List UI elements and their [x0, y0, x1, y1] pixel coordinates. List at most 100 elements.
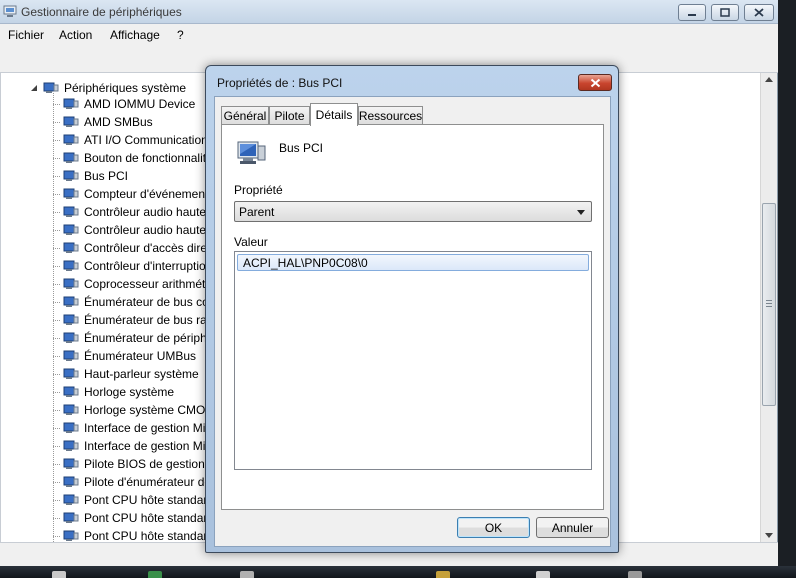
close-icon: [754, 8, 764, 17]
tree-item[interactable]: Énumérateur de périphe: [53, 329, 213, 347]
vertical-scrollbar[interactable]: [760, 73, 777, 542]
scroll-up-icon[interactable]: [765, 77, 773, 82]
maximize-button[interactable]: [711, 4, 739, 21]
tree-item[interactable]: Contrôleur audio haute: [53, 203, 206, 221]
tree-item-label: Énumérateur de bus rac: [84, 313, 213, 327]
device-icon: [63, 188, 79, 199]
device-icon: [63, 152, 79, 163]
value-label: Valeur: [234, 235, 268, 249]
tree-item-label: Pont CPU hôte standard: [84, 511, 215, 525]
device-icon: [63, 296, 79, 307]
scroll-thumb[interactable]: [762, 203, 776, 406]
tree-item[interactable]: AMD SMBus: [53, 113, 153, 131]
tree-item-label: Pilote BIOS de gestion d: [84, 457, 215, 471]
menu-action[interactable]: Action: [59, 28, 92, 42]
taskbar-item[interactable]: [536, 571, 550, 578]
taskbar-item[interactable]: [52, 571, 66, 578]
device-icon: [63, 332, 79, 343]
tree-item[interactable]: Interface de gestion Mic: [53, 437, 211, 455]
menu-bar: Fichier Action Affichage ?: [0, 24, 778, 46]
device-icon: [63, 314, 79, 325]
tree-item[interactable]: Bus PCI: [53, 167, 128, 185]
tree-item-label: Compteur d'événement: [84, 187, 209, 201]
device-icon: [63, 422, 79, 433]
menu-affichage[interactable]: Affichage: [110, 28, 160, 42]
tree-item[interactable]: Pont CPU hôte standard: [53, 509, 214, 527]
tree-branch-line: [53, 337, 61, 339]
device-name: Bus PCI: [279, 141, 324, 155]
value-list[interactable]: ACPI_HAL\PNP0C08\0: [234, 251, 592, 470]
value-text: ACPI_HAL\PNP0C08\0: [243, 256, 368, 270]
tree-item-label: Interface de gestion Mic: [84, 439, 212, 453]
tree-item[interactable]: Énumérateur UMBus: [53, 347, 196, 365]
tree-item[interactable]: Interface de gestion Mic: [53, 419, 211, 437]
tree-item-label: Coprocesseur arithméti: [84, 277, 209, 291]
tree-branch-line: [53, 283, 61, 285]
tree-branch-line: [53, 139, 61, 141]
tree-item-label: Contrôleur audio haute: [84, 205, 207, 219]
tree-item[interactable]: Contrôleur d'accès dire: [53, 239, 207, 257]
tree-item-label: Énumérateur UMBus: [84, 349, 197, 363]
tree-branch-line: [53, 211, 61, 213]
close-window-button[interactable]: [744, 4, 774, 21]
tree-branch-line: [53, 229, 61, 231]
tree-item-label: Bouton de fonctionnalit: [84, 151, 207, 165]
device-icon: [63, 494, 79, 505]
tree-item[interactable]: Contrôleur audio haute: [53, 221, 206, 239]
tree-branch-line: [53, 373, 61, 375]
device-icon: [63, 404, 79, 415]
tab-general[interactable]: Général: [221, 106, 269, 125]
ok-button[interactable]: OK: [457, 517, 530, 538]
tree-item[interactable]: Contrôleur d'interruptio: [53, 257, 206, 275]
tree-item[interactable]: Compteur d'événement: [53, 185, 208, 203]
tree-branch-line: [53, 391, 61, 393]
scroll-down-icon[interactable]: [765, 533, 773, 538]
minimize-button[interactable]: [678, 4, 706, 21]
tree-branch-line: [53, 175, 61, 177]
collapse-triangle-icon[interactable]: [29, 83, 39, 93]
cancel-button[interactable]: Annuler: [536, 517, 609, 538]
tree-item[interactable]: AMD IOMMU Device: [53, 95, 195, 113]
tree-item[interactable]: Pont CPU hôte standard: [53, 527, 214, 542]
dialog-close-button[interactable]: [578, 74, 612, 91]
tree-item[interactable]: Horloge système: [53, 383, 174, 401]
tree-item[interactable]: Énumérateur de bus rac: [53, 311, 213, 329]
tree-branch-line: [53, 157, 61, 159]
device-icon: [63, 476, 79, 487]
tree-item[interactable]: Pont CPU hôte standard: [53, 491, 214, 509]
tab-ressources[interactable]: Ressources: [358, 106, 423, 125]
value-list-item[interactable]: ACPI_HAL\PNP0C08\0: [237, 254, 589, 271]
tree-item[interactable]: Horloge système CMOS: [53, 401, 213, 419]
chevron-down-icon: [577, 210, 585, 215]
tree-branch-line: [53, 121, 61, 123]
tree-branch-line: [53, 499, 61, 501]
tree-item[interactable]: Pilote d'énumérateur de: [53, 473, 211, 491]
device-manager-icon: [3, 5, 17, 17]
tree-item-label: AMD IOMMU Device: [84, 97, 196, 111]
title-bar[interactable]: Gestionnaire de périphériques: [0, 0, 778, 24]
tree-item[interactable]: Pilote BIOS de gestion d: [53, 455, 215, 473]
tree-item[interactable]: Bouton de fonctionnalit: [53, 149, 206, 167]
device-icon: [63, 386, 79, 397]
tree-branch-line: [53, 247, 61, 249]
property-dropdown[interactable]: Parent: [234, 201, 592, 222]
tree-root-label: Périphériques système: [64, 81, 187, 95]
tab-details[interactable]: Détails: [310, 103, 358, 126]
taskbar-item[interactable]: [240, 571, 254, 578]
tree-item[interactable]: ATI I/O Communication: [53, 131, 208, 149]
tree-item[interactable]: Coprocesseur arithméti: [53, 275, 208, 293]
taskbar-item[interactable]: [148, 571, 162, 578]
taskbar-item[interactable]: [436, 571, 450, 578]
tree-branch-line: [53, 463, 61, 465]
taskbar-item[interactable]: [628, 571, 642, 578]
tree-item[interactable]: Haut-parleur système: [53, 365, 199, 383]
menu-fichier[interactable]: Fichier: [8, 28, 44, 42]
menu-help[interactable]: ?: [177, 28, 184, 42]
device-icon: [63, 260, 79, 271]
device-icon: [63, 368, 79, 379]
taskbar: [0, 566, 796, 578]
tree-branch-line: [53, 103, 61, 105]
tab-pilote[interactable]: Pilote: [269, 106, 310, 125]
device-icon: [63, 350, 79, 361]
tree-item[interactable]: Énumérateur de bus com: [53, 293, 219, 311]
